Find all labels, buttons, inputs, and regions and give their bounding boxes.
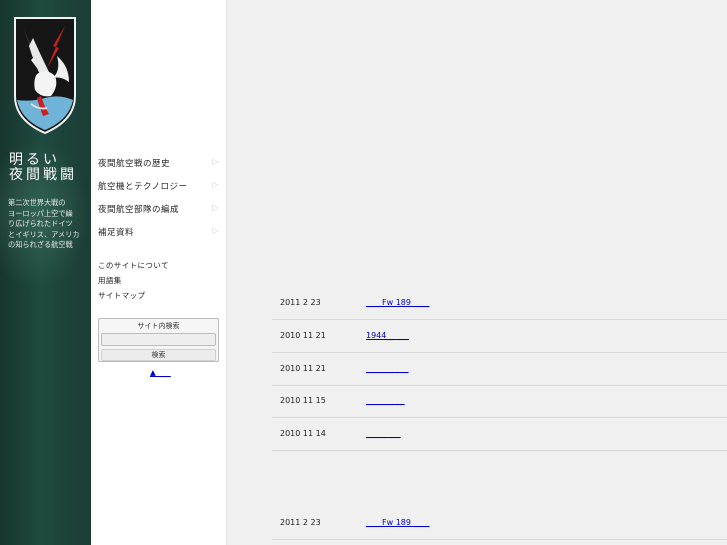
- news-date: 2011 2 23: [280, 518, 321, 527]
- news-row: 2010 11 21 1944__ ___: [272, 321, 727, 353]
- nav-item-unit-organization[interactable]: 夜間航空部隊の編成 ▷: [98, 203, 222, 217]
- site-search-box: サイト内検索 検索: [98, 318, 219, 362]
- tagline-line: り広げられたドイツ: [8, 219, 73, 228]
- nav-item-label: 補足資料: [98, 228, 135, 238]
- search-label: サイト内検索: [137, 322, 180, 330]
- triangle-right-icon: ▷: [212, 226, 219, 235]
- news-title-link[interactable]: ____Fw 189 ____: [366, 518, 430, 527]
- triangle-right-icon: ▷: [212, 203, 219, 212]
- nav-item-supplementary[interactable]: 補足資料 ▷: [98, 226, 222, 240]
- news-date: 2011 2 23: [280, 298, 321, 307]
- link-glossary[interactable]: 用語集: [98, 275, 122, 286]
- brand-sidebar: 明るい 夜間戦闘 第二次世界大戦の ヨーロッパ上空で繰 り広げられたドイツ とイ…: [0, 0, 91, 545]
- tagline-line: とイギリス、アメリカ: [8, 229, 80, 239]
- news-date: 2010 11 15: [280, 396, 326, 405]
- news-title-link[interactable]: _______ ___: [366, 364, 409, 373]
- nav-item-label: 夜間航空戦の歴史: [98, 159, 171, 169]
- nav-item-label: 航空機とテクノロジー: [98, 182, 188, 192]
- news-row: 2011 2 23 ____Fw 189 ____: [272, 508, 727, 540]
- news-row: 2010 11 15 _______ __: [272, 386, 727, 418]
- tagline-line: の知られざる航空戦: [8, 240, 73, 249]
- news-title-link[interactable]: 1944__ ___: [366, 331, 409, 340]
- news-row: 2010 11 14 _____ ___: [272, 419, 727, 451]
- news-date: 2010 11 21: [280, 331, 326, 340]
- triangle-right-icon: ▷: [212, 180, 219, 189]
- news-row: 2011 2 23 ____Fw 189 ____: [272, 288, 727, 320]
- search-button[interactable]: 検索: [101, 349, 216, 361]
- tagline-line: ヨーロッパ上空で繰: [8, 208, 73, 218]
- news-date: 2010 11 21: [280, 364, 326, 373]
- search-input[interactable]: [101, 333, 216, 346]
- navigation-column: 夜間航空戦の歴史 ▷ 航空機とテクノロジー ▷ 夜間航空部隊の編成 ▷ 補足資料…: [91, 0, 227, 545]
- main-content: 2011 2 23 ____Fw 189 ____ 2010 11 21 194…: [228, 0, 727, 545]
- link-sitemap[interactable]: サイトマップ: [98, 290, 145, 301]
- triangle-right-icon: ▷: [212, 157, 219, 166]
- news-title-link[interactable]: _______ __: [366, 396, 405, 405]
- nav-item-label: 夜間航空部隊の編成: [98, 205, 180, 215]
- news-title-link[interactable]: _____ ___: [366, 429, 401, 438]
- nav-item-aircraft-technology[interactable]: 航空機とテクノロジー ▷: [98, 180, 222, 194]
- link-about-site[interactable]: このサイトについて: [98, 260, 169, 271]
- tagline-line: 第二次世界大戦の: [8, 198, 66, 207]
- news-title-link[interactable]: ____Fw 189 ____: [366, 298, 430, 307]
- unit-emblem-logo[interactable]: [13, 16, 77, 134]
- page-top-link[interactable]: ▲____: [150, 368, 171, 377]
- news-date: 2010 11 14: [280, 429, 326, 438]
- news-row: 2010 11 21 _______ ___: [272, 354, 727, 386]
- site-title-line2: 夜間戦闘: [9, 167, 77, 183]
- nav-item-history[interactable]: 夜間航空戦の歴史 ▷: [98, 157, 222, 171]
